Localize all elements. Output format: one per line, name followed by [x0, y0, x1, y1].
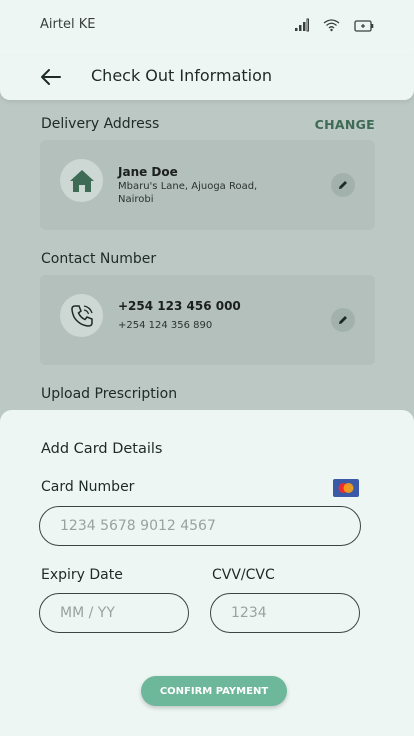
primary-phone: +254 123 456 000: [118, 299, 241, 313]
status-icons: [294, 17, 374, 36]
card-number-label: Card Number: [41, 479, 135, 495]
battery-icon: [354, 17, 374, 36]
add-card-title: Add Card Details: [41, 441, 163, 457]
back-arrow-icon[interactable]: [38, 64, 64, 90]
delivery-address-label: Delivery Address: [41, 116, 160, 132]
cvv-label: CVV/CVC: [212, 567, 275, 583]
app-header: Check Out Information: [0, 56, 414, 100]
wifi-icon: [323, 17, 340, 36]
recipient-name: Jane Doe: [118, 165, 178, 179]
add-card-sheet: Add Card Details Card Number Expiry Date…: [0, 410, 414, 736]
cvv-input[interactable]: [210, 593, 360, 633]
expiry-date-label: Expiry Date: [41, 567, 123, 583]
delivery-address-text: Mbaru's Lane, Ajuoga Road, Nairobi: [118, 181, 258, 205]
confirm-payment-button[interactable]: CONFIRM PAYMENT: [141, 676, 287, 706]
mastercard-icon: [333, 479, 359, 497]
edit-address-icon[interactable]: [331, 173, 355, 197]
card-number-input[interactable]: [39, 506, 361, 546]
change-address-button[interactable]: CHANGE: [315, 117, 375, 132]
contact-number-label: Contact Number: [41, 251, 157, 267]
carrier-name: Airtel KE: [40, 17, 96, 32]
expiry-date-input[interactable]: [39, 593, 189, 633]
page-title: Check Out Information: [91, 66, 273, 85]
signal-icon: [294, 17, 309, 36]
edit-contact-icon[interactable]: [331, 308, 355, 332]
delivery-address-card: Jane Doe Mbaru's Lane, Ajuoga Road, Nair…: [40, 140, 375, 230]
contact-number-card: +254 123 456 000 +254 124 356 890: [40, 275, 375, 365]
status-bar: Airtel KE: [0, 0, 414, 56]
upload-prescription-label: Upload Prescription: [41, 386, 178, 402]
home-icon: [60, 159, 103, 202]
phone-icon: [60, 294, 103, 337]
secondary-phone: +254 124 356 890: [118, 320, 213, 331]
